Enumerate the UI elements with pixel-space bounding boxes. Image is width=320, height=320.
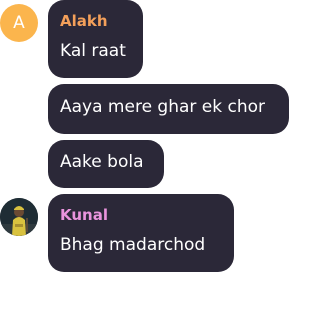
message-text: Aaya mere ghar ek chor xyxy=(60,97,266,117)
message-bubble[interactable]: Kunal Bhag madarchod xyxy=(48,194,234,272)
sender-name[interactable]: Alakh xyxy=(60,12,108,30)
message-text: Bhag madarchod xyxy=(60,235,206,255)
sender-name[interactable]: Kunal xyxy=(60,206,108,224)
message-bubble[interactable]: Aaya mere ghar ek chor xyxy=(48,84,289,134)
avatar-initial: A xyxy=(13,13,25,33)
person-photo-icon xyxy=(0,198,38,236)
message-bubble[interactable]: Aake bola xyxy=(48,140,164,188)
message-text: Aake bola xyxy=(60,152,144,172)
message-text: Kal raat xyxy=(60,41,126,61)
avatar-kunal[interactable] xyxy=(0,198,38,236)
avatar-alakh[interactable]: A xyxy=(0,4,38,42)
message-bubble[interactable]: Alakh Kal raat xyxy=(48,0,143,78)
